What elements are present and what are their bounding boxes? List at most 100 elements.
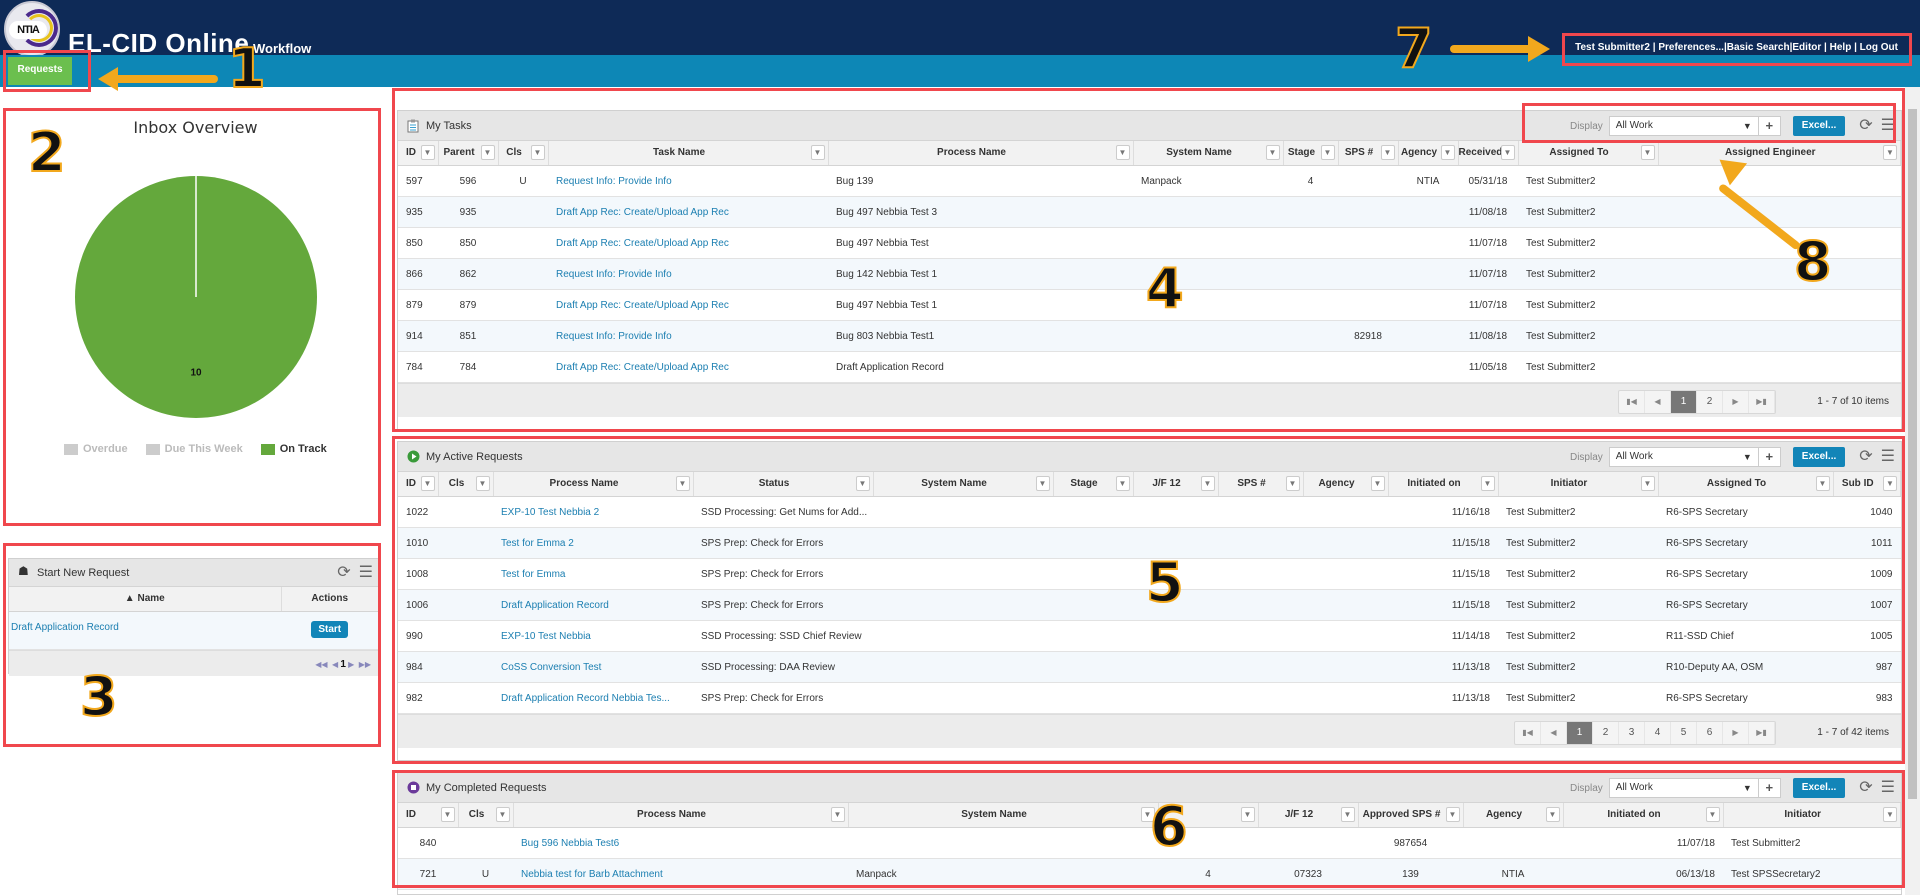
legend-item-on-track[interactable]: On Track: [260, 443, 327, 455]
column-header-stage[interactable]: Stage ▼: [1053, 472, 1134, 497]
row-link[interactable]: EXP-10 Test Nebbia 2: [501, 507, 599, 518]
last-page-button[interactable]: ▶▮: [1749, 390, 1775, 413]
row-link[interactable]: Draft App Rec: Create/Upload App Rec: [556, 207, 729, 218]
column-header-system-name[interactable]: System Name ▼: [873, 472, 1054, 497]
column-header-sub-id[interactable]: Sub ID ▼: [1833, 472, 1901, 497]
column-header-initiated-on[interactable]: Initiated on ▼: [1388, 472, 1499, 497]
column-header-task-name[interactable]: Task Name ▼: [548, 141, 829, 166]
display-select[interactable]: All Work ▼: [1608, 778, 1759, 798]
column-header-id[interactable]: ID ▼: [398, 141, 439, 166]
column-header-received[interactable]: Received ▼: [1458, 141, 1519, 166]
row-link[interactable]: Request Info: Provide Info: [556, 269, 672, 280]
preferences-link[interactable]: Preferences...: [1658, 42, 1724, 53]
filter-icon[interactable]: ▼: [1200, 476, 1215, 491]
row-link[interactable]: CoSS Conversion Test: [501, 662, 601, 673]
filter-icon[interactable]: ▼: [1370, 476, 1385, 491]
filter-icon[interactable]: ▼: [475, 476, 490, 491]
filter-icon[interactable]: ▼: [1705, 807, 1720, 822]
log-out-link[interactable]: Log Out: [1860, 42, 1898, 53]
filter-icon[interactable]: ▼: [1500, 145, 1515, 160]
filter-icon[interactable]: ▼: [1240, 807, 1255, 822]
column-header-initiated-on[interactable]: Initiated on ▼: [1563, 803, 1724, 828]
filter-icon[interactable]: ▼: [1545, 807, 1560, 822]
row-link[interactable]: Test for Emma: [501, 569, 565, 580]
refresh-icon[interactable]: ⟳: [1859, 116, 1872, 136]
row-link[interactable]: Bug 596 Nebbia Test6: [521, 838, 619, 849]
filter-icon[interactable]: ▼: [1883, 476, 1897, 491]
table-row[interactable]: 984 CoSS Conversion Test SSD Processing: D…: [398, 651, 1901, 683]
excel-export-button[interactable]: Excel...: [1792, 778, 1846, 798]
add-view-button[interactable]: +: [1758, 447, 1781, 467]
user-name-link[interactable]: Test Submitter2: [1575, 42, 1650, 53]
column-header-id[interactable]: ID ▼: [398, 472, 439, 497]
column-header-process-name[interactable]: Process Name ▼: [493, 472, 694, 497]
row-link[interactable]: Request Info: Provide Info: [556, 176, 672, 187]
page-scrollbar[interactable]: [1905, 87, 1920, 895]
column-header-cls[interactable]: Cls ▼: [438, 472, 494, 497]
table-row[interactable]: 914 851 Request Info: Provide Info Bug 803 …: [398, 320, 1901, 352]
editor-link[interactable]: Editor: [1792, 42, 1821, 53]
column-header-cls[interactable]: Cls ▼: [458, 803, 514, 828]
filter-icon[interactable]: ▼: [440, 807, 455, 822]
filter-icon[interactable]: ▼: [1883, 145, 1897, 160]
table-row[interactable]: 1022 EXP-10 Test Nebbia 2 SSD Processing: …: [398, 496, 1901, 528]
page-4-button[interactable]: 4: [1645, 721, 1671, 744]
filter-icon[interactable]: ▼: [1265, 145, 1280, 160]
row-link[interactable]: EXP-10 Test Nebbia: [501, 631, 591, 642]
page-6-button[interactable]: 6: [1697, 721, 1723, 744]
column-header-name[interactable]: ▲ Name: [9, 587, 282, 612]
filter-icon[interactable]: ▼: [1440, 145, 1455, 160]
refresh-icon[interactable]: ⟳: [1859, 778, 1872, 798]
filter-icon[interactable]: ▼: [1340, 807, 1355, 822]
menu-icon[interactable]: ☰: [1881, 447, 1895, 467]
table-row[interactable]: 850 850 Draft App Rec: Create/Upload App R…: [398, 227, 1901, 259]
column-header-status[interactable]: Status ▼: [693, 472, 874, 497]
column-header-initiator[interactable]: Initiator ▼: [1723, 803, 1901, 828]
row-link[interactable]: Test for Emma 2: [501, 538, 574, 549]
filter-icon[interactable]: ▼: [1883, 807, 1897, 822]
column-header-j-f-12[interactable]: J/F 12 ▼: [1133, 472, 1219, 497]
page-2-button[interactable]: 2: [1697, 390, 1723, 413]
help-link[interactable]: Help: [1830, 42, 1852, 53]
filter-icon[interactable]: ▼: [1815, 476, 1830, 491]
column-header-stage[interactable]: Stage ▼: [1283, 141, 1339, 166]
filter-icon[interactable]: ▼: [1285, 476, 1300, 491]
filter-icon[interactable]: ▼: [495, 807, 510, 822]
add-view-button[interactable]: +: [1758, 116, 1781, 136]
filter-icon[interactable]: ▼: [1640, 476, 1655, 491]
next-page-button[interactable]: ▶: [1723, 721, 1749, 744]
menu-icon[interactable]: ☰: [1881, 778, 1895, 798]
filter-icon[interactable]: ▼: [420, 145, 435, 160]
column-header-process-name[interactable]: Process Name ▼: [828, 141, 1134, 166]
excel-export-button[interactable]: Excel...: [1792, 116, 1846, 136]
page-2-button[interactable]: 2: [1593, 721, 1619, 744]
filter-icon[interactable]: ▼: [1380, 145, 1395, 160]
table-row[interactable]: 597 596 U Request Info: Provide Info Bug 139…: [398, 165, 1901, 197]
row-link[interactable]: Draft App Rec: Create/Upload App Rec: [556, 362, 729, 373]
row-link[interactable]: Draft Application Record: [501, 600, 609, 611]
filter-icon[interactable]: ▼: [1115, 476, 1130, 491]
next-page-button[interactable]: ▶: [1723, 390, 1749, 413]
legend-item-due-this-week[interactable]: Due This Week: [145, 443, 243, 455]
refresh-icon[interactable]: ⟳: [1859, 447, 1872, 467]
page-1-button[interactable]: 1: [1671, 390, 1697, 413]
menu-icon[interactable]: ☰: [1881, 116, 1895, 136]
column-header-assigned-to[interactable]: Assigned To ▼: [1518, 141, 1659, 166]
refresh-icon[interactable]: ⟳: [337, 563, 350, 583]
filter-icon[interactable]: ▼: [480, 145, 495, 160]
column-header-initiator[interactable]: Initiator ▼: [1498, 472, 1659, 497]
page-5-button[interactable]: 5: [1671, 721, 1697, 744]
column-header-process-name[interactable]: Process Name ▼: [513, 803, 849, 828]
column-header-j-f-12[interactable]: J/F 12 ▼: [1258, 803, 1359, 828]
legend-item-overdue[interactable]: Overdue: [64, 443, 128, 455]
menu-icon[interactable]: ☰: [359, 563, 373, 583]
row-link[interactable]: Nebbia test for Barb Attachment: [521, 869, 663, 880]
filter-icon[interactable]: ▼: [855, 476, 870, 491]
filter-icon[interactable]: ▼: [1445, 807, 1460, 822]
filter-icon[interactable]: ▼: [530, 145, 545, 160]
start-button[interactable]: Start: [311, 620, 349, 638]
basic-search-link[interactable]: Basic Search: [1727, 42, 1790, 53]
request-type-link[interactable]: Draft Application Record: [11, 622, 119, 633]
table-row[interactable]: 935 935 Draft App Rec: Create/Upload App R…: [398, 196, 1901, 228]
pager-controls[interactable]: ◀◀ ◀ 1 ▶ ▶▶: [315, 659, 371, 670]
